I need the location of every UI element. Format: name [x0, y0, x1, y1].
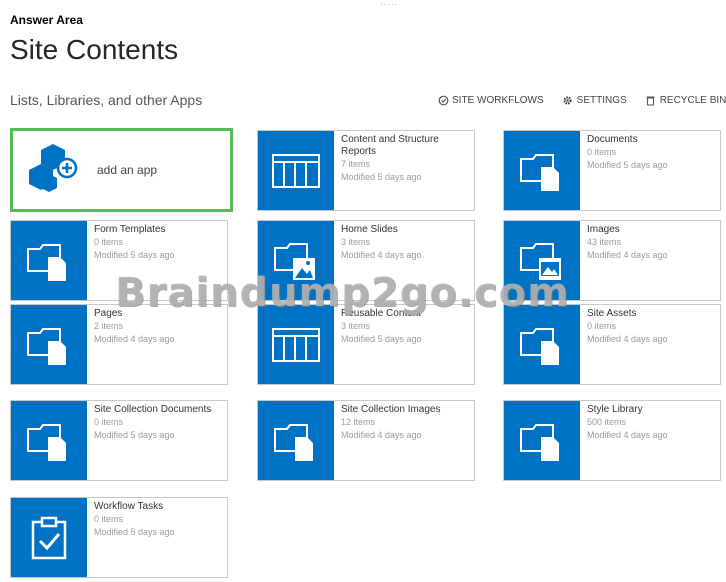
tile-count: 3 items	[341, 321, 371, 331]
add-app-icon	[29, 144, 78, 192]
site-workflows-button[interactable]: SITE WORKFLOWS	[437, 94, 544, 106]
document-library-icon	[11, 221, 87, 300]
tile-count: 0 items	[94, 237, 124, 247]
app-tile[interactable]: Pages 2 items Modified 4 days ago	[10, 304, 228, 385]
tile-name: Content and Structure Reports	[341, 134, 439, 157]
tile-count: 500 items	[587, 417, 627, 427]
tile-count: 3 items	[341, 237, 371, 247]
document-library-icon	[258, 401, 334, 480]
tile-name: Documents	[587, 134, 638, 145]
tile-modified: Modified 4 days ago	[341, 250, 422, 260]
settings-label: SETTINGS	[576, 94, 627, 106]
recycle-bin-label: RECYCLE BIN (0	[659, 94, 726, 106]
window-drag-handle: ·····	[380, 0, 399, 9]
tile-modified: Modified 4 days ago	[587, 250, 668, 260]
app-tile[interactable]: Content and Structure Reports 7 items Modi…	[257, 130, 475, 211]
list-icon	[258, 131, 334, 210]
document-library-icon	[11, 401, 87, 480]
document-library-icon	[504, 305, 580, 384]
tile-name: Style Library	[587, 404, 643, 415]
app-tile[interactable]: Form Templates 0 items Modified 5 days ago	[10, 220, 228, 301]
tile-name: Reusable Content	[341, 308, 422, 319]
tile-count: 2 items	[94, 321, 124, 331]
site-workflows-label: SITE WORKFLOWS	[452, 94, 544, 106]
document-library-icon	[504, 131, 580, 210]
tile-name: Pages	[94, 308, 123, 319]
tile-count: 0 items	[587, 147, 617, 157]
add-an-app-label: add an app	[97, 163, 158, 177]
document-library-icon	[11, 305, 87, 384]
tile-modified: Modified 5 days ago	[94, 527, 175, 537]
tile-count: 0 items	[587, 321, 617, 331]
tile-modified: Modified 4 days ago	[94, 334, 175, 344]
app-tile[interactable]: Reusable Content 3 items Modified 5 days a…	[257, 304, 475, 385]
tile-count: 0 items	[94, 514, 124, 524]
tile-modified: Modified 5 days ago	[341, 172, 422, 182]
tile-count: 12 items	[341, 417, 376, 427]
app-tile[interactable]: Workflow Tasks 0 items Modified 5 days ago	[10, 497, 228, 578]
tile-name: Home Slides	[341, 224, 398, 235]
image-library-icon	[504, 221, 580, 300]
tile-count: 0 items	[94, 417, 124, 427]
app-tile[interactable]: Documents 0 items Modified 5 days ago	[503, 130, 721, 211]
section-title: Lists, Libraries, and other Apps	[10, 92, 203, 108]
tile-name: Site Assets	[587, 308, 637, 319]
tile-name: Form Templates	[94, 224, 166, 235]
tile-count: 43 items	[587, 237, 622, 247]
app-tile[interactable]: Site Collection Documents 0 items Modified…	[10, 400, 228, 481]
workflow-icon	[437, 94, 449, 106]
app-tile[interactable]: Home Slides 3 items Modified 4 days ago	[257, 220, 475, 301]
app-tile[interactable]: Images 43 items Modified 4 days ago	[503, 220, 721, 301]
picture-library-icon	[258, 221, 334, 300]
task-list-icon	[11, 498, 87, 577]
tile-name: Workflow Tasks	[94, 501, 164, 512]
tile-modified: Modified 4 days ago	[587, 334, 668, 344]
tile-name: Images	[587, 224, 620, 235]
tile-modified: Modified 5 days ago	[94, 250, 175, 260]
tile-name: Site Collection Documents	[94, 404, 212, 415]
trash-icon	[645, 94, 657, 106]
tile-modified: Modified 4 days ago	[341, 430, 422, 440]
app-tile[interactable]: Style Library 500 items Modified 4 days ag…	[503, 400, 721, 481]
tile-count: 7 items	[341, 159, 371, 169]
recycle-bin-button[interactable]: RECYCLE BIN (0	[645, 94, 726, 106]
tile-modified: Modified 4 days ago	[587, 430, 668, 440]
app-tile[interactable]: Site Assets 0 items Modified 4 days ago	[503, 304, 721, 385]
tile-modified: Modified 5 days ago	[94, 430, 175, 440]
app-tile[interactable]: Site Collection Images 12 items Modified 4…	[257, 400, 475, 481]
list-icon	[258, 305, 334, 384]
gear-icon	[562, 94, 574, 106]
toolbar: SITE WORKFLOWS SETTINGS RECYCLE BIN (0	[437, 94, 726, 106]
tile-modified: Modified 5 days ago	[341, 334, 422, 344]
tile-modified: Modified 5 days ago	[587, 160, 668, 170]
add-an-app-tile[interactable]: add an app	[10, 128, 233, 212]
answer-area-label: Answer Area	[10, 13, 83, 27]
document-library-icon	[504, 401, 580, 480]
page-title: Site Contents	[10, 34, 179, 65]
settings-button[interactable]: SETTINGS	[562, 94, 627, 106]
tile-name: Site Collection Images	[341, 404, 441, 415]
